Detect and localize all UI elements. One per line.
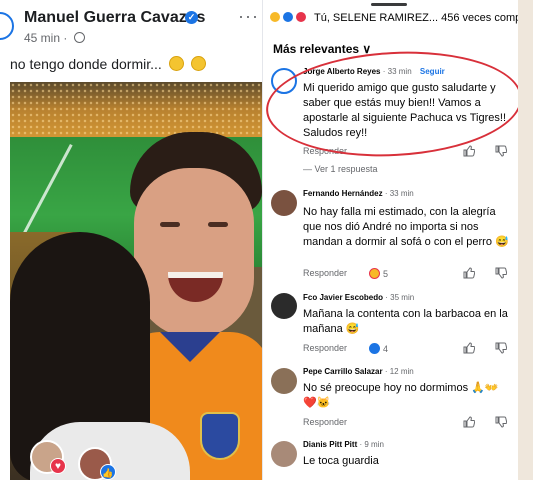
- comment-time: 35 min: [390, 293, 415, 302]
- comment-reactions[interactable]: 5: [369, 268, 388, 279]
- comment-time: 12 min: [389, 367, 414, 376]
- commenter-name[interactable]: Fernando Hernández: [303, 189, 383, 198]
- author-name[interactable]: Manuel Guerra Cavazos: [24, 9, 205, 27]
- post-meta: 45 min ·: [24, 31, 85, 45]
- comment-time: 9 min: [364, 440, 384, 449]
- comment-header: Dianis Pitt Pitt · 9 min: [303, 440, 384, 449]
- drag-handle[interactable]: [371, 3, 407, 6]
- sort-dropdown[interactable]: Más relevantes ∨: [273, 42, 371, 56]
- comment-header: Fco Javier Escobedo · 35 min: [303, 293, 415, 302]
- comment-text: Mañana la contenta con la barbacoa en la…: [303, 308, 508, 335]
- comment-time: 33 min: [389, 189, 414, 198]
- more-options-icon[interactable]: ···: [238, 6, 259, 27]
- view-replies-connector: —: [303, 164, 315, 174]
- photo-crowd-texture: [10, 82, 262, 142]
- reactions-summary-text: Tú, SELENE RAMIREZ... 456 veces comp...: [313, 12, 518, 24]
- view-replies-link[interactable]: — Ver 1 respuesta: [303, 164, 378, 174]
- comment-header: Fernando Hernández · 33 min: [303, 189, 414, 198]
- dislike-icon[interactable]: [495, 416, 507, 428]
- dislike-icon[interactable]: [495, 145, 507, 157]
- reply-button[interactable]: Responder: [303, 146, 347, 156]
- post-time[interactable]: 45 min: [24, 31, 60, 45]
- comment-header: Jorge Alberto Reyes · 33 min Seguir: [303, 67, 445, 76]
- heart-reaction-icon: [295, 11, 308, 23]
- post-header: Manuel Guerra Cavazos ✓ 45 min · ···: [0, 0, 262, 52]
- comment-header: Pepe Carrillo Salazar · 12 min: [303, 367, 414, 376]
- meta-separator: ·: [63, 31, 68, 45]
- comments-panel: Tú, SELENE RAMIREZ... 456 veces comp... …: [262, 0, 518, 480]
- globe-icon: [73, 32, 85, 43]
- page-margin: [518, 0, 533, 480]
- commenter-name[interactable]: Pepe Carrillo Salazar: [303, 367, 383, 376]
- heart-reaction-icon: ♥: [50, 458, 66, 474]
- comment-text: No sé preocupe hoy no dormimos 🙏👐 ❤️🐱: [303, 382, 499, 409]
- post-panel: Manuel Guerra Cavazos ✓ 45 min · ··· no …: [0, 0, 262, 480]
- commenter-avatar[interactable]: [271, 368, 297, 394]
- like-icon[interactable]: [463, 145, 475, 157]
- commenter-name[interactable]: Dianis Pitt Pitt: [303, 440, 357, 449]
- reply-button[interactable]: Responder: [303, 417, 347, 427]
- follow-button[interactable]: Seguir: [420, 67, 445, 76]
- reaction-count: 5: [383, 269, 389, 279]
- dislike-icon[interactable]: [495, 267, 507, 279]
- reply-button[interactable]: Responder: [303, 343, 347, 353]
- comment-text: No hay falla mi estimado, con la alegría…: [303, 206, 509, 248]
- photo-jersey-crest: [200, 412, 240, 460]
- commenter-name[interactable]: Fco Javier Escobedo: [303, 293, 383, 302]
- like-icon[interactable]: [463, 342, 475, 354]
- like-reaction-icon: [282, 11, 295, 23]
- verified-badge-icon: ✓: [185, 11, 198, 24]
- like-icon[interactable]: [463, 267, 475, 279]
- photo-man-face: [134, 168, 254, 338]
- comment-text: Mi querido amigo que gusto saludarte y s…: [303, 82, 507, 139]
- commenter-avatar[interactable]: [271, 293, 297, 319]
- commenter-name[interactable]: Jorge Alberto Reyes: [303, 67, 381, 76]
- reactions-summary[interactable]: Tú, SELENE RAMIREZ... 456 veces comp...: [269, 11, 518, 24]
- reply-button[interactable]: Responder: [303, 268, 347, 278]
- comment-time: 33 min: [387, 67, 412, 76]
- like-reaction-icon: [369, 343, 380, 354]
- post-photo[interactable]: [10, 82, 262, 480]
- caption-text: no tengo donde dormir...: [10, 56, 162, 72]
- laughing-emoji-icon: [168, 56, 184, 71]
- dislike-icon[interactable]: [495, 342, 507, 354]
- laughing-emoji-icon-2: [190, 56, 206, 71]
- post-caption: no tengo donde dormir...: [10, 56, 206, 72]
- photo-man-eye-left: [160, 222, 180, 227]
- comment-text: Le toca guardia: [303, 455, 379, 467]
- commenter-avatar[interactable]: [271, 441, 297, 467]
- photo-man-eye-right: [208, 222, 228, 227]
- screenshot-page: Manuel Guerra Cavazos ✓ 45 min · ··· no …: [0, 0, 533, 480]
- haha-reaction-icon: [369, 268, 380, 279]
- reaction-count: 4: [383, 344, 389, 354]
- comment-reactions[interactable]: 4: [369, 343, 388, 354]
- haha-reaction-icon: [269, 11, 281, 23]
- view-replies-label: Ver 1 respuesta: [314, 164, 378, 174]
- like-reaction-icon: 👍: [100, 464, 116, 480]
- commenter-avatar[interactable]: [271, 190, 297, 216]
- commenter-avatar[interactable]: [271, 68, 297, 94]
- author-avatar[interactable]: [0, 12, 14, 40]
- like-icon[interactable]: [463, 416, 475, 428]
